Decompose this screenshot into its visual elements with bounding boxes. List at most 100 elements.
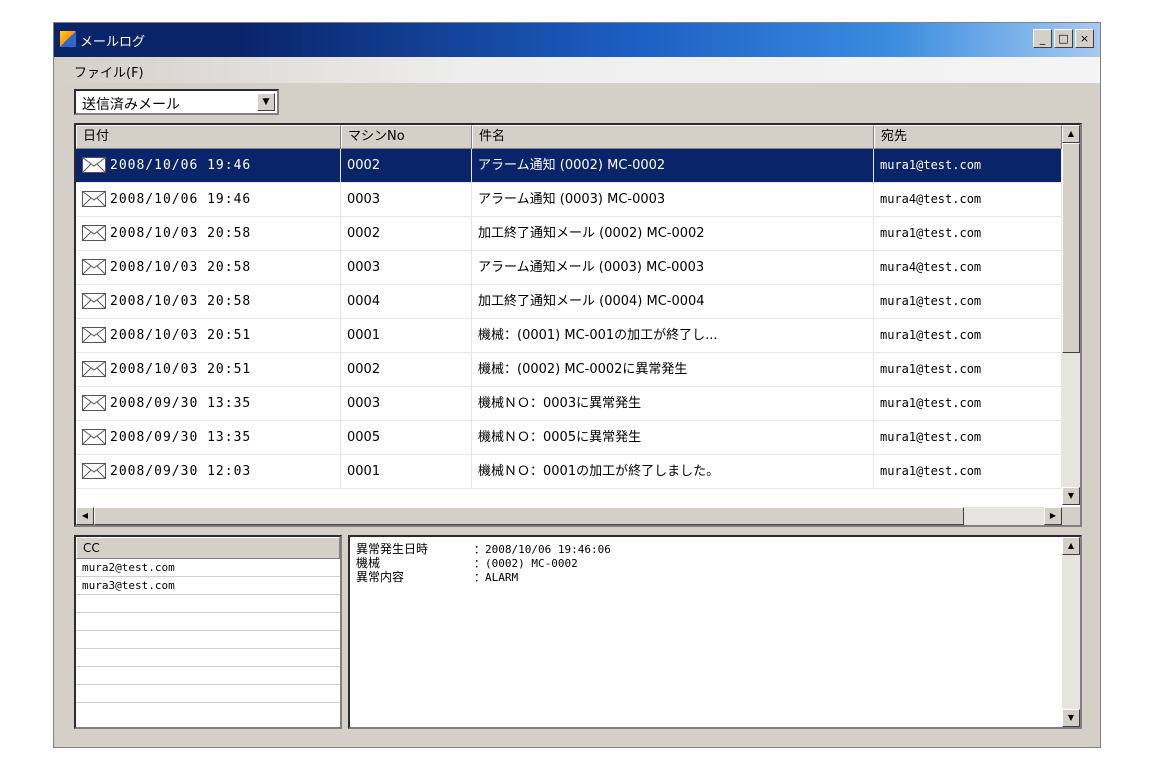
machine-cell: 0002 [341,353,472,386]
envelope-icon [82,360,110,377]
subject-cell: 加工終了通知メール (0002) MC-0002 [472,217,874,250]
to-cell: mura1@test.com [874,421,1062,454]
envelope-icon [82,224,110,241]
menu-bar: ファイル(F) [54,57,1100,83]
envelope-icon [82,190,110,207]
envelope-icon [82,394,110,411]
maximize-button[interactable]: □ [1054,29,1073,48]
date-text: 2008/10/06 19:46 [110,158,252,173]
date-text: 2008/10/03 20:51 [110,328,252,343]
scrollbar-corner [1062,507,1080,525]
close-button[interactable]: × [1075,29,1094,48]
envelope-icon [82,292,110,309]
date-cell: 2008/09/30 13:35 [76,421,341,454]
scroll-down-icon[interactable]: ▼ [1062,487,1080,505]
envelope-icon [82,428,110,445]
machine-cell: 0003 [341,183,472,216]
vertical-scrollbar[interactable]: ▲ ▼ [1062,125,1080,505]
date-text: 2008/10/03 20:58 [110,260,252,275]
subject-cell: 機械ＮＯ：0003に異常発生 [472,387,874,420]
envelope-icon [82,326,110,343]
scroll-up-icon[interactable]: ▲ [1062,125,1080,143]
table-row[interactable]: 2008/10/03 20:58 0004 加工終了通知メール (0004) MC-… [76,285,1062,319]
envelope-icon [82,258,110,275]
subject-cell: 機械：(0002) MC-0002に異常発生 [472,353,874,386]
cc-list-item[interactable]: mura3@test.com [76,577,340,595]
machine-cell: 0001 [341,319,472,352]
folder-dropdown[interactable]: 送信済みメール ▼ [74,89,279,115]
machine-cell: 0003 [341,251,472,284]
date-cell: 2008/10/03 20:51 [76,353,341,386]
horizontal-scrollbar[interactable]: ◀ ▶ [76,507,1062,525]
to-cell: mura1@test.com [874,455,1062,488]
subject-cell: 機械ＮＯ：0005に異常発生 [472,421,874,454]
date-text: 2008/10/03 20:58 [110,294,252,309]
date-cell: 2008/10/06 19:46 [76,183,341,216]
date-cell: 2008/10/03 20:58 [76,217,341,250]
column-header-to[interactable]: 宛先 [874,125,1062,149]
date-cell: 2008/09/30 12:03 [76,455,341,488]
body-line: 異常内容 ：ALARM [356,568,518,585]
date-text: 2008/09/30 13:35 [110,396,252,411]
cc-list-item[interactable] [76,685,340,703]
table-row[interactable]: 2008/10/03 20:51 0002 機械：(0002) MC-0002に異常… [76,353,1062,387]
body-vertical-scrollbar[interactable]: ▲ ▼ [1062,537,1080,727]
cc-list-item[interactable] [76,649,340,667]
table-row[interactable]: 2008/09/30 13:35 0003 機械ＮＯ：0003に異常発生 mura1@… [76,387,1062,421]
cc-list-item[interactable] [76,595,340,613]
date-text: 2008/09/30 13:35 [110,430,252,445]
folder-dropdown-value: 送信済みメール [82,97,180,113]
date-text: 2008/10/03 20:58 [110,226,252,241]
table-row[interactable]: 2008/10/06 19:46 0003 アラーム通知 (0003) MC-000… [76,183,1062,217]
envelope-icon [82,462,110,479]
date-cell: 2008/10/03 20:58 [76,285,341,318]
table-row[interactable]: 2008/10/06 19:46 0002 アラーム通知 (0002) MC-000… [76,149,1062,183]
message-body[interactable]: 異常発生日時 ：2008/10/06 19:46:06 機械 ：(0002) MC-0… [348,535,1082,729]
date-text: 2008/10/03 20:51 [110,362,252,377]
body-scroll-down-icon[interactable]: ▼ [1062,709,1080,727]
subject-cell: アラーム通知 (0002) MC-0002 [472,149,874,182]
date-cell: 2008/10/03 20:51 [76,319,341,352]
body-label: 異常内容 [356,570,405,584]
envelope-icon [82,156,110,173]
body-scroll-up-icon[interactable]: ▲ [1062,537,1080,555]
machine-cell: 0002 [341,217,472,250]
vertical-scroll-thumb[interactable] [1062,143,1080,353]
scroll-right-icon[interactable]: ▶ [1044,507,1062,525]
machine-cell: 0003 [341,387,472,420]
table-row[interactable]: 2008/10/03 20:58 0002 加工終了通知メール (0002) MC-… [76,217,1062,251]
mail-list: 日付 マシンNo 件名 宛先 2008/10/06 19:46 0002 アラーム通… [74,123,1082,527]
minimize-button[interactable]: _ [1033,29,1052,48]
table-row[interactable]: 2008/09/30 12:03 0001 機械ＮＯ：0001の加工が終了しました。… [76,455,1062,489]
mail-log-window: メールログ _ □ × ファイル(F) 送信済みメール ▼ 日付 マシンNo 件… [53,22,1101,748]
table-row[interactable]: 2008/10/03 20:51 0001 機械：(0001) MC-001の加工が… [76,319,1062,353]
date-cell: 2008/10/03 20:58 [76,251,341,284]
dropdown-arrow-icon[interactable]: ▼ [257,93,275,111]
cc-list-item[interactable] [76,613,340,631]
cc-list-item[interactable] [76,631,340,649]
horizontal-scroll-thumb[interactable] [94,507,964,525]
to-cell: mura4@test.com [874,183,1062,216]
table-row[interactable]: 2008/09/30 13:35 0005 機械ＮＯ：0005に異常発生 mura1@… [76,421,1062,455]
column-header-subject[interactable]: 件名 [472,125,874,149]
subject-cell: アラーム通知 (0003) MC-0003 [472,183,874,216]
cc-list-item[interactable]: mura2@test.com [76,559,340,577]
machine-cell: 0002 [341,149,472,182]
subject-cell: アラーム通知メール (0003) MC-0003 [472,251,874,284]
to-cell: mura1@test.com [874,285,1062,318]
title-bar[interactable]: メールログ _ □ × [54,23,1100,57]
date-text: 2008/10/06 19:46 [110,192,252,207]
cc-list-item[interactable] [76,667,340,685]
table-row[interactable]: 2008/10/03 20:58 0003 アラーム通知メール (0003) MC-… [76,251,1062,285]
to-cell: mura4@test.com [874,251,1062,284]
column-header-machine-no[interactable]: マシンNo [341,125,472,149]
subject-cell: 機械：(0001) MC-001の加工が終了し... [472,319,874,352]
menu-file[interactable]: ファイル(F) [74,62,144,81]
column-header-date[interactable]: 日付 [76,125,341,149]
machine-cell: 0005 [341,421,472,454]
scroll-left-icon[interactable]: ◀ [76,507,94,525]
machine-cell: 0004 [341,285,472,318]
cc-header[interactable]: CC [76,537,340,559]
mail-list-rows: 2008/10/06 19:46 0002 アラーム通知 (0002) MC-000… [76,149,1062,489]
to-cell: mura1@test.com [874,217,1062,250]
